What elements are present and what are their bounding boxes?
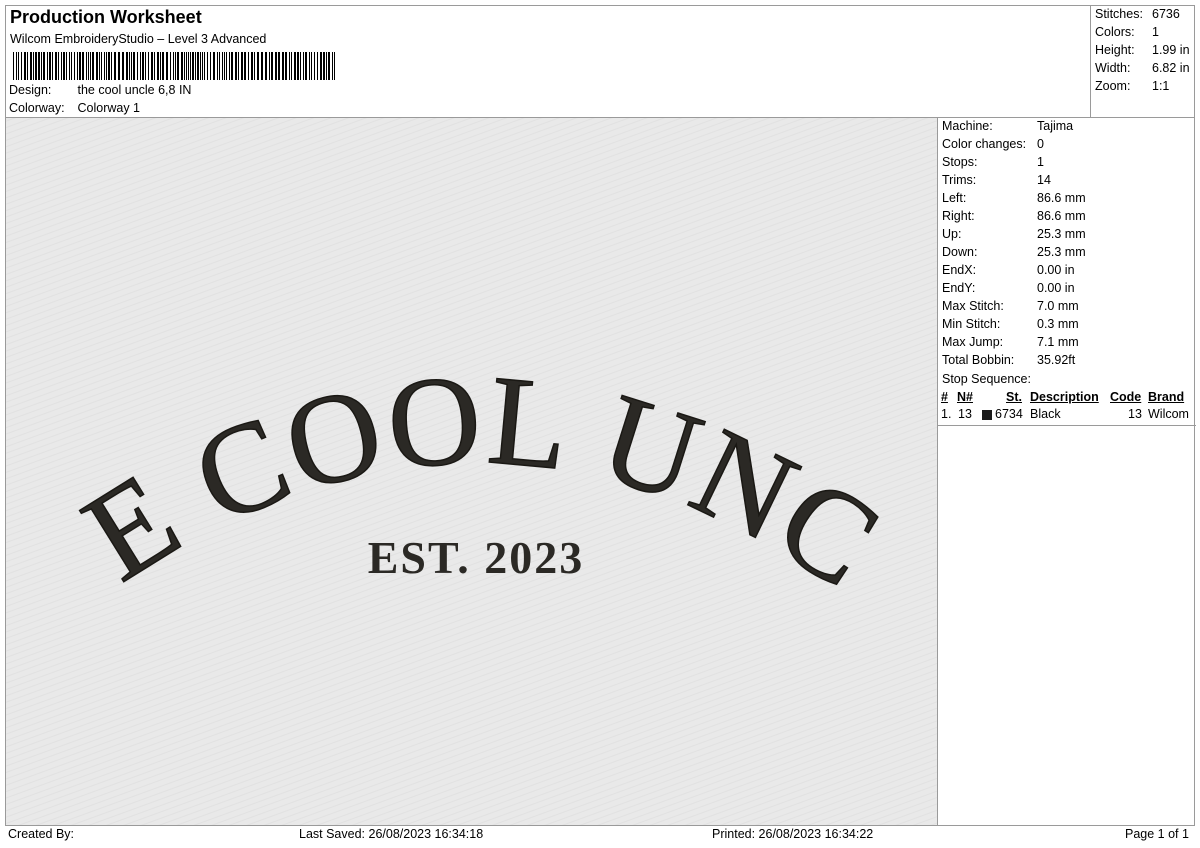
stat-value: 14 [1037,173,1051,187]
col-n: N# [957,390,973,404]
zoom-value: 1:1 [1152,79,1170,93]
colorway-row: Colorway: Colorway 1 [9,101,140,115]
stat-value: 0.00 in [1037,263,1075,277]
stat-row: EndX: 0.00 in [942,263,1075,281]
zoom-label: Zoom: [1095,79,1131,93]
stat-value: 7.0 mm [1037,299,1079,313]
design-row: Design: the cool uncle 6,8 IN [9,83,191,97]
stat-label: Up: [942,227,962,241]
stat-label: Max Stitch: [942,299,1004,313]
worksheet-title: Production Worksheet [10,7,202,27]
zoom-row: Zoom: 1:1 [1095,79,1169,93]
stat-row: Max Stitch: 7.0 mm [942,299,1079,317]
height-value: 1.99 in [1152,43,1190,57]
stat-row: Color changes: 0 [942,137,1044,155]
stat-row: Total Bobbin: 35.92ft [942,353,1075,371]
stat-row: Right: 86.6 mm [942,209,1086,227]
stat-row: Stops: 1 [942,155,1044,173]
created-by: Created By: [8,827,75,841]
stat-row: Down: 25.3 mm [942,245,1086,263]
stat-row: Machine: Tajima [942,119,1073,137]
summary-panel: Stitches: 6736 Colors: 1 Height: 1.99 in Wi… [1090,5,1195,118]
colorway-name: Colorway 1 [77,101,141,115]
stat-value: 25.3 mm [1037,227,1086,241]
row-num: 1. [941,407,952,421]
stat-value: 1 [1037,155,1044,169]
width-row: Width: 6.82 in [1095,61,1190,75]
stat-value: 86.6 mm [1037,191,1086,205]
stat-label: Down: [942,245,978,259]
stat-label: EndX: [942,263,977,277]
colors-value: 1 [1152,25,1159,39]
row-description: Black [1030,407,1061,421]
row-code: 13 [1128,407,1142,421]
stat-row: EndY: 0.00 in [942,281,1075,299]
col-num: # [941,390,948,404]
stat-label: Max Jump: [942,335,1004,349]
col-code: Code [1110,390,1142,404]
stat-label: Min Stitch: [942,317,1001,331]
worksheet-footer: Created By: Last Saved: 26/08/2023 16:34… [5,825,1195,844]
row-brand: Wilcom [1148,407,1189,421]
colorway-label: Colorway: [9,101,65,115]
stitches-label: Stitches: [1095,7,1143,21]
stat-value: 0.3 mm [1037,317,1079,331]
stat-value: 86.6 mm [1037,209,1086,223]
col-description: Description [1030,390,1099,404]
embroidery-design: THE COOL UNCLE EST. 2023 [6,118,937,825]
design-name: the cool uncle 6,8 IN [77,83,192,97]
stat-value: Tajima [1037,119,1074,133]
stat-label: Stops: [942,155,978,169]
worksheet-header: Production Worksheet Wilcom EmbroiderySt… [5,5,1091,118]
height-row: Height: 1.99 in [1095,43,1190,57]
stop-sequence-title: Stop Sequence: [942,372,1031,386]
col-brand: Brand [1148,390,1185,404]
colors-label: Colors: [1095,25,1135,39]
stat-label: Left: [942,191,967,205]
col-st: St. [1006,390,1022,404]
stat-row: Left: 86.6 mm [942,191,1086,209]
stat-value: 0 [1037,137,1044,151]
software-name: Wilcom EmbroideryStudio – Level 3 Advanc… [10,32,267,46]
page-number: Page 1 of 1 [1125,827,1189,841]
stat-label: Trims: [942,173,977,187]
row-stitches: 6734 [995,407,1023,421]
design-sub-text: EST. 2023 [368,532,585,583]
stat-row: Min Stitch: 0.3 mm [942,317,1079,335]
stat-label: Color changes: [942,137,1027,151]
printed-date: Printed: 26/08/2023 16:34:22 [712,827,874,841]
stitches-value: 6736 [1152,7,1180,21]
stat-row: Up: 25.3 mm [942,227,1086,245]
height-label: Height: [1095,43,1135,57]
stat-row: Trims: 14 [942,173,1051,191]
stat-label: Total Bobbin: [942,353,1015,367]
design-label: Design: [9,83,52,97]
stat-value: 0.00 in [1037,281,1075,295]
design-preview-canvas: THE COOL UNCLE EST. 2023 [5,117,938,826]
stat-label: EndY: [942,281,976,295]
stop-sequence-header: # N# St. Description Code Brand [938,390,1196,408]
stat-row: Max Jump: 7.1 mm [942,335,1079,353]
stitches-row: Stitches: 6736 [1095,7,1180,21]
stat-value: 35.92ft [1037,353,1076,367]
stat-label: Right: [942,209,975,223]
stat-value: 25.3 mm [1037,245,1086,259]
last-saved: Last Saved: 26/08/2023 16:34:18 [299,827,484,841]
stop-sequence-row: 1. 13 6734 Black 13 Wilcom [938,407,1196,426]
width-value: 6.82 in [1152,61,1190,75]
row-n: 13 [958,407,972,421]
stat-value: 7.1 mm [1037,335,1079,349]
thread-color-swatch [982,410,992,420]
width-label: Width: [1095,61,1131,75]
machine-stats-panel: Machine: Tajima Color changes: 0 Stops: 1 Trim… [937,117,1196,826]
stat-label: Machine: [942,119,993,133]
barcode-image [13,52,335,80]
colors-row: Colors: 1 [1095,25,1159,39]
